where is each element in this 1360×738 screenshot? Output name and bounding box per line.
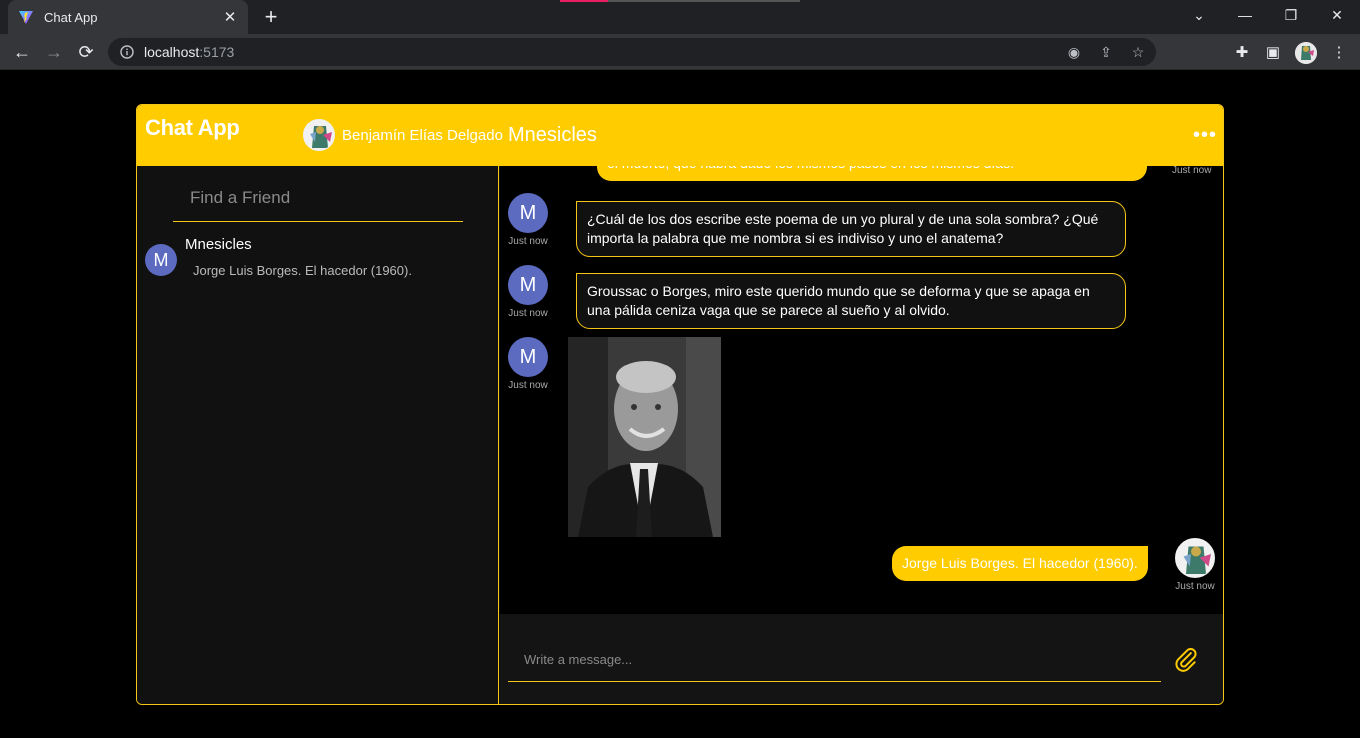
- search-input[interactable]: [173, 174, 463, 221]
- message-row: M Just now: [500, 337, 1223, 547]
- friend-last-message: Jorge Luis Borges. El hacedor (1960).: [193, 263, 412, 278]
- chat-app: Chat App Benjamín Elías Delgado Mnesicle…: [136, 104, 1224, 705]
- info-icon[interactable]: [120, 45, 134, 59]
- message-bubble: Jorge Luis Borges. El hacedor (1960).: [892, 546, 1148, 581]
- close-tab-icon[interactable]: ✕: [222, 8, 238, 26]
- message-time: Just now: [508, 308, 548, 319]
- minimize-button[interactable]: —: [1222, 0, 1268, 30]
- message-time: Just now: [508, 380, 548, 391]
- restore-button[interactable]: ❐: [1268, 0, 1314, 30]
- close-window-button[interactable]: ✕: [1314, 0, 1360, 30]
- tab-loading-indicator: [560, 0, 800, 2]
- message-input-wrap: [508, 638, 1161, 682]
- side-panel-icon[interactable]: ▣: [1262, 42, 1284, 64]
- sender-initial: M: [508, 265, 548, 305]
- friend-name: Mnesicles: [185, 236, 252, 253]
- friend-avatar: M: [145, 244, 177, 276]
- new-tab-button[interactable]: +: [258, 4, 284, 30]
- forward-button[interactable]: →: [40, 38, 68, 66]
- eye-icon[interactable]: ◉: [1064, 42, 1084, 62]
- message-time: Just now: [508, 236, 548, 247]
- share-icon[interactable]: ⇪: [1096, 42, 1116, 62]
- address-bar[interactable]: localhost:5173 ◉ ⇪ ☆: [108, 38, 1156, 66]
- tab-title: Chat App: [44, 9, 98, 25]
- own-avatar: [1175, 538, 1215, 578]
- message-bubble: Groussac o Borges, miro este querido mun…: [576, 273, 1126, 329]
- sender-avatar: M Just now: [508, 265, 548, 319]
- friend-search: [173, 174, 463, 222]
- sender-initial: M: [508, 337, 548, 377]
- friend-list-item[interactable]: M Mnesicles Jorge Luis Borges. El hacedo…: [145, 234, 485, 284]
- current-user: Benjamín Elías Delgado: [303, 119, 503, 151]
- extensions-icon[interactable]: ✚: [1231, 42, 1253, 64]
- message-list: el muerto, que habrá dado los mismos pas…: [500, 166, 1223, 614]
- vite-logo-icon: [19, 11, 33, 24]
- chat-title: Mnesicles: [508, 124, 597, 146]
- tab-search-chevron-icon[interactable]: ⌄: [1176, 0, 1222, 30]
- message-row: Jorge Luis Borges. El hacedor (1960). Ju…: [500, 538, 1223, 598]
- sender-initial: M: [508, 193, 548, 233]
- message-input[interactable]: [508, 638, 1161, 681]
- message-time: Just now: [1172, 166, 1212, 176]
- browser-menu-icon[interactable]: ⋮: [1328, 42, 1350, 64]
- message-bubble: ¿Cuál de los dos escribe este poema de u…: [576, 201, 1126, 257]
- message-photo[interactable]: [568, 337, 721, 537]
- own-avatar-stack: Just now: [1175, 538, 1215, 592]
- back-button[interactable]: ←: [8, 38, 36, 66]
- more-options-icon[interactable]: •••: [1193, 125, 1217, 145]
- message-row: M Just now Groussac o Borges, miro este …: [500, 265, 1223, 329]
- url-host: localhost: [144, 44, 200, 60]
- sender-avatar: M Just now: [508, 337, 548, 391]
- profile-avatar[interactable]: [1295, 42, 1317, 64]
- current-user-avatar: [303, 119, 335, 151]
- app-header: Chat App Benjamín Elías Delgado Mnesicle…: [137, 105, 1223, 166]
- reload-button[interactable]: ⟳: [72, 38, 100, 66]
- browser-toolbar: ← → ⟳ localhost:5173 ◉ ⇪ ☆ ✚ ▣ ⋮: [0, 34, 1360, 70]
- bookmark-star-icon[interactable]: ☆: [1128, 42, 1148, 62]
- message-row: M Just now ¿Cuál de los dos escribe este…: [500, 193, 1223, 257]
- browser-tab[interactable]: Chat App ✕: [8, 0, 248, 34]
- url-port: :5173: [199, 44, 235, 60]
- browser-tab-strip: Chat App ✕ + ⌄ — ❐ ✕: [0, 0, 1360, 34]
- attach-file-icon[interactable]: [1173, 646, 1199, 672]
- composer: [500, 614, 1223, 704]
- message-row: el muerto, que habrá dado los mismos pas…: [500, 166, 1223, 186]
- sidebar: M Mnesicles Jorge Luis Borges. El hacedo…: [137, 166, 499, 704]
- sender-avatar: M Just now: [508, 193, 548, 247]
- app-brand: Chat App: [145, 115, 240, 140]
- message-bubble: el muerto, que habrá dado los mismos pas…: [597, 166, 1147, 181]
- current-user-name: Benjamín Elías Delgado: [342, 126, 503, 144]
- message-time: Just now: [1175, 581, 1215, 592]
